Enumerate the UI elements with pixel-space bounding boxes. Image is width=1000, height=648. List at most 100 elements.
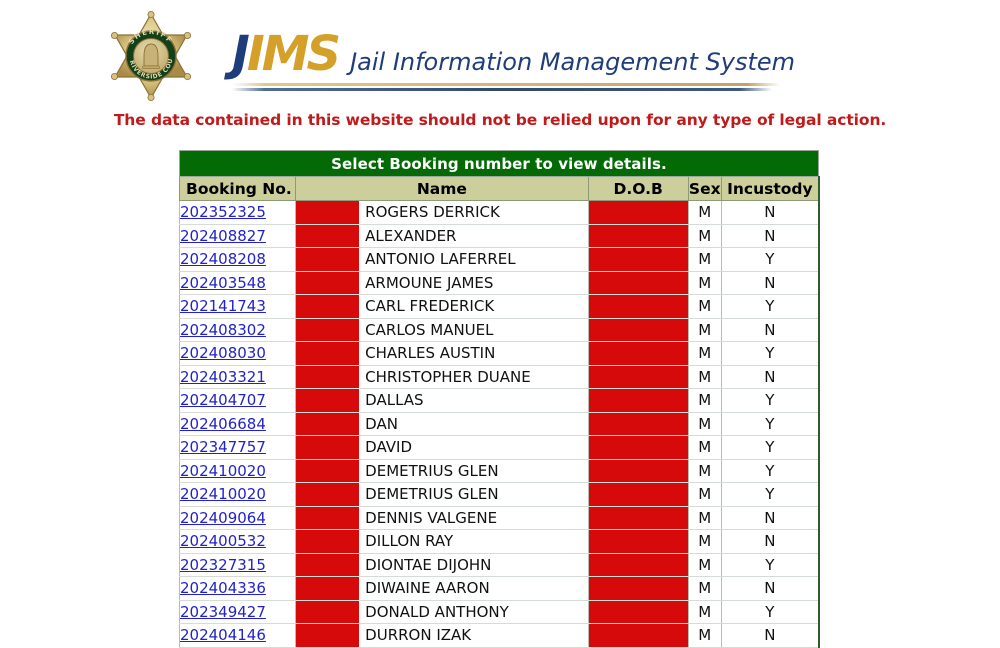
booking-no-link[interactable]: 202327315 bbox=[180, 556, 266, 574]
sex-cell: M bbox=[687, 576, 722, 601]
name-text: ROGERS DERRICK bbox=[365, 203, 500, 222]
table-row: 202409064 DENNIS VALGENE M N bbox=[178, 505, 820, 530]
redaction-block-name bbox=[296, 389, 360, 412]
name-cell: CARL FREDERICK bbox=[295, 294, 589, 319]
incustody-cell: Y bbox=[720, 341, 820, 366]
table-row: 202404146 DURRON IZAK M N bbox=[178, 623, 820, 648]
name-text: DURRON IZAK bbox=[365, 626, 472, 645]
name-text: CARLOS MANUEL bbox=[365, 320, 494, 339]
booking-no-link[interactable]: 202404146 bbox=[180, 626, 266, 644]
table-row: 202327315 DIONTAE DIJOHN M Y bbox=[178, 552, 820, 577]
table-row: 202349427 DONALD ANTHONY M Y bbox=[178, 599, 820, 624]
booking-no-link[interactable]: 202408827 bbox=[180, 227, 266, 245]
header-rule-gold bbox=[232, 83, 780, 86]
sex-cell: M bbox=[687, 341, 722, 366]
dob-cell bbox=[587, 388, 689, 413]
dob-cell bbox=[587, 270, 689, 295]
table-row: 202410020 DEMETRIUS GLEN M Y bbox=[178, 458, 820, 483]
table-row: 202403548 ARMOUNE JAMES M N bbox=[178, 270, 820, 295]
booking-no-link[interactable]: 202403321 bbox=[180, 368, 266, 386]
name-cell: CHRISTOPHER DUANE bbox=[295, 364, 589, 389]
table-row: 202404336 DIWAINE AARON M N bbox=[178, 576, 820, 601]
redaction-block-name bbox=[296, 506, 360, 529]
name-text: DIWAINE AARON bbox=[365, 579, 490, 598]
name-text: DENNIS VALGENE bbox=[365, 508, 498, 527]
column-header-incustody[interactable]: Incustody bbox=[720, 176, 820, 201]
name-text: CHARLES AUSTIN bbox=[365, 344, 496, 363]
name-cell: DAVID bbox=[295, 435, 589, 460]
booking-no-link[interactable]: 202408030 bbox=[180, 344, 266, 362]
table-row: 202408302 CARLOS MANUEL M N bbox=[178, 317, 820, 342]
name-cell: ROGERS DERRICK bbox=[295, 200, 589, 225]
table-row: 202408208 ANTONIO LAFERREL M Y bbox=[178, 247, 820, 272]
booking-no-link[interactable]: 202403548 bbox=[180, 274, 266, 292]
table-row: 202408030 CHARLES AUSTIN M Y bbox=[178, 341, 820, 366]
dob-cell bbox=[587, 505, 689, 530]
sex-cell: M bbox=[687, 623, 722, 648]
redaction-block-dob bbox=[589, 295, 688, 318]
sex-cell: M bbox=[687, 317, 722, 342]
redaction-block-dob bbox=[589, 318, 688, 341]
redaction-block-dob bbox=[589, 342, 688, 365]
booking-no-link[interactable]: 202400532 bbox=[180, 532, 266, 550]
booking-no-link[interactable]: 202410020 bbox=[180, 485, 266, 503]
redaction-block-name bbox=[296, 295, 360, 318]
booking-no-cell: 202352325 bbox=[178, 200, 297, 225]
column-header-sex[interactable]: Sex bbox=[687, 176, 722, 201]
dob-cell bbox=[587, 364, 689, 389]
booking-no-cell: 202141743 bbox=[178, 294, 297, 319]
dob-cell bbox=[587, 435, 689, 460]
redaction-block-dob bbox=[589, 459, 688, 482]
redaction-block-name bbox=[296, 248, 360, 271]
booking-no-link[interactable]: 202141743 bbox=[180, 297, 266, 315]
booking-no-link[interactable]: 202404336 bbox=[180, 579, 266, 597]
redaction-block-name bbox=[296, 224, 360, 247]
column-header-name[interactable]: Name bbox=[295, 176, 589, 201]
booking-no-link[interactable]: 202406684 bbox=[180, 415, 266, 433]
booking-no-cell: 202404146 bbox=[178, 623, 297, 648]
booking-no-link[interactable]: 202409064 bbox=[180, 509, 266, 527]
name-cell: CARLOS MANUEL bbox=[295, 317, 589, 342]
sex-cell: M bbox=[687, 223, 722, 248]
booking-no-link[interactable]: 202410020 bbox=[180, 462, 266, 480]
dob-cell bbox=[587, 294, 689, 319]
booking-no-link[interactable]: 202404707 bbox=[180, 391, 266, 409]
name-cell: DAN bbox=[295, 411, 589, 436]
sex-cell: M bbox=[687, 411, 722, 436]
dob-cell bbox=[587, 576, 689, 601]
column-header-booking-no[interactable]: Booking No. bbox=[178, 176, 297, 201]
booking-no-link[interactable]: 202408302 bbox=[180, 321, 266, 339]
redaction-block-name bbox=[296, 318, 360, 341]
redaction-block-dob bbox=[589, 624, 688, 647]
booking-no-link[interactable]: 202352325 bbox=[180, 203, 266, 221]
booking-no-link[interactable]: 202408208 bbox=[180, 250, 266, 268]
redaction-block-dob bbox=[589, 483, 688, 506]
booking-no-cell: 202403321 bbox=[178, 364, 297, 389]
table-row: 202406684 DAN M Y bbox=[178, 411, 820, 436]
booking-no-link[interactable]: 202347757 bbox=[180, 438, 266, 456]
incustody-cell: Y bbox=[720, 482, 820, 507]
booking-no-cell: 202409064 bbox=[178, 505, 297, 530]
booking-no-cell: 202408302 bbox=[178, 317, 297, 342]
dob-cell bbox=[587, 482, 689, 507]
redaction-block-name bbox=[296, 459, 360, 482]
name-text: DAVID bbox=[365, 438, 412, 457]
column-header-dob[interactable]: D.O.B bbox=[587, 176, 689, 201]
dob-cell bbox=[587, 247, 689, 272]
redaction-block-name bbox=[296, 600, 360, 623]
dob-cell bbox=[587, 411, 689, 436]
booking-no-link[interactable]: 202349427 bbox=[180, 603, 266, 621]
incustody-cell: N bbox=[720, 576, 820, 601]
name-cell: DILLON RAY bbox=[295, 529, 589, 554]
redaction-block-dob bbox=[589, 506, 688, 529]
booking-no-cell: 202410020 bbox=[178, 482, 297, 507]
name-text: ANTONIO LAFERREL bbox=[365, 250, 516, 269]
sheriff-star-badge-icon: SHERIFF RIVERSIDE COUNTY bbox=[99, 11, 203, 101]
redaction-block-name bbox=[296, 412, 360, 435]
redaction-block-dob bbox=[589, 530, 688, 553]
redaction-block-dob bbox=[589, 248, 688, 271]
incustody-cell: N bbox=[720, 529, 820, 554]
incustody-cell: Y bbox=[720, 411, 820, 436]
table-row: 202410020 DEMETRIUS GLEN M Y bbox=[178, 482, 820, 507]
dob-cell bbox=[587, 200, 689, 225]
